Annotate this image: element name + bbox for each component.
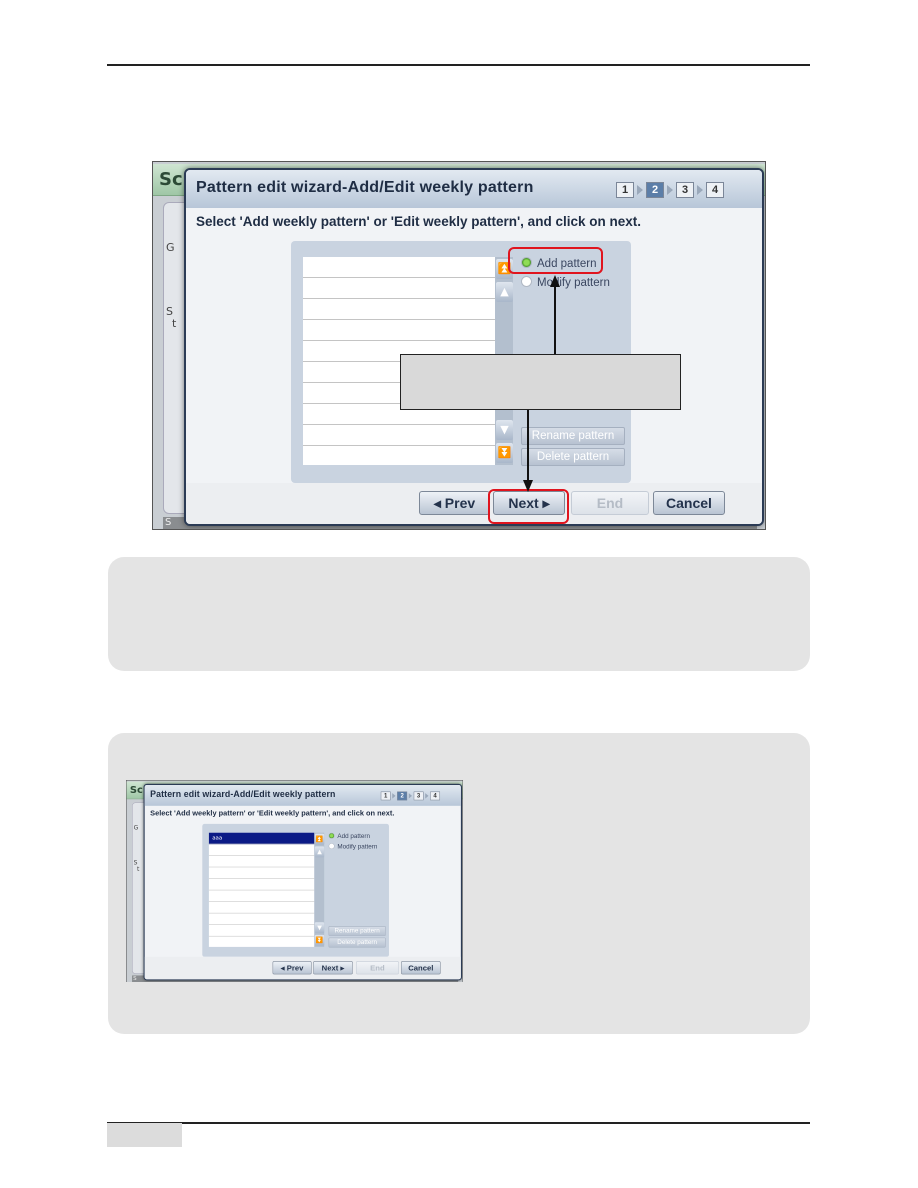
list-item[interactable] xyxy=(303,446,495,467)
prev-button[interactable]: ◂ Prev xyxy=(272,961,312,975)
step-arrow-icon xyxy=(697,185,703,195)
list-item[interactable] xyxy=(208,890,315,902)
status-left: S xyxy=(133,975,137,982)
step-arrow-icon xyxy=(392,793,396,799)
step-arrow-icon xyxy=(425,793,429,799)
bottom-rule xyxy=(107,1122,810,1124)
wizard-screenshot: Sc ut G S t rd S PM Pattern edit wizard-… xyxy=(152,161,766,530)
radio-unselected-icon xyxy=(328,843,335,850)
list-item[interactable] xyxy=(303,425,495,446)
app-label: t xyxy=(172,317,177,330)
list-item[interactable] xyxy=(208,856,315,868)
cancel-button[interactable]: Cancel xyxy=(653,491,725,515)
scroll-up-icon[interactable]: ▲ xyxy=(314,846,325,858)
list-item[interactable] xyxy=(303,257,495,278)
scroll-bottom-icon[interactable]: ⏬ xyxy=(496,443,513,463)
step-arrow-icon xyxy=(667,185,673,195)
list-item[interactable] xyxy=(303,278,495,299)
step-3: 3 xyxy=(676,182,694,198)
step-2: 2 xyxy=(646,182,664,198)
list-item[interactable] xyxy=(303,320,495,341)
list-item[interactable]: aaa xyxy=(208,832,315,845)
radio-selected-icon xyxy=(328,832,335,839)
radio-label: Add pattern xyxy=(337,833,371,840)
result-wizard-screenshot: Sc ut G S t rd S PM Pattern edit wizard-… xyxy=(126,780,463,982)
pattern-list[interactable]: aaa xyxy=(208,832,315,948)
callout-line xyxy=(554,286,556,354)
step-1: 1 xyxy=(380,791,391,801)
prev-button[interactable]: ◂ Prev xyxy=(419,491,490,515)
scroll-up-icon[interactable]: ▲ xyxy=(496,282,513,302)
scroll-down-icon[interactable]: ▼ xyxy=(496,420,513,440)
arrow-up-icon xyxy=(550,275,560,287)
note-box xyxy=(108,557,810,671)
list-scrollbar[interactable]: ⏫ ▲ ▼ ⏬ xyxy=(314,832,325,947)
prev-arrow-icon: ◂ xyxy=(433,495,445,511)
radio-label: Modify pattern xyxy=(537,277,610,289)
dialog-footer: ◂ Prev Next ▸ End Cancel xyxy=(186,483,762,524)
highlight-add-pattern xyxy=(508,247,603,274)
radio-modify-pattern[interactable]: Modify pattern xyxy=(521,276,610,289)
scroll-top-icon[interactable]: ⏫ xyxy=(314,833,325,845)
dialog-instruction: Select 'Add weekly pattern' or 'Edit wee… xyxy=(150,809,395,818)
highlight-next-button xyxy=(488,489,569,524)
dialog-footer: ◂ Prev Next ▸ End Cancel xyxy=(144,956,461,980)
arrow-down-icon xyxy=(523,480,533,492)
scroll-down-icon[interactable]: ▼ xyxy=(314,922,325,934)
next-button[interactable]: Next ▸ xyxy=(313,961,353,975)
step-1: 1 xyxy=(616,182,634,198)
list-item[interactable] xyxy=(208,925,315,937)
next-arrow-icon: ▸ xyxy=(338,963,345,973)
pattern-edit-wizard-dialog: Pattern edit wizard-Add/Edit weekly patt… xyxy=(143,783,462,981)
app-header-title: Sc xyxy=(159,169,183,190)
dialog-title-bar: Pattern edit wizard-Add/Edit weekly patt… xyxy=(186,170,762,208)
list-item[interactable] xyxy=(303,299,495,320)
app-label: G xyxy=(133,823,139,832)
radio-unselected-icon xyxy=(521,276,532,287)
result-screenshot: Sc ut G S t rd S PM Pattern edit wizard-… xyxy=(126,780,463,982)
top-rule xyxy=(107,64,810,66)
list-item[interactable] xyxy=(208,913,315,925)
radio-label: Modify pattern xyxy=(337,843,378,851)
list-item[interactable] xyxy=(208,844,315,856)
dialog-title: Pattern edit wizard-Add/Edit weekly patt… xyxy=(150,789,336,800)
next-label: Next xyxy=(321,963,339,973)
step-3: 3 xyxy=(413,791,424,801)
callout-box xyxy=(400,354,681,410)
delete-pattern-button[interactable]: Delete pattern xyxy=(521,448,625,466)
end-button[interactable]: End xyxy=(356,961,399,975)
list-item[interactable] xyxy=(208,879,315,891)
app-header-title: Sc xyxy=(129,784,143,796)
list-item[interactable] xyxy=(209,936,314,948)
scroll-bottom-icon[interactable]: ⏬ xyxy=(314,934,325,946)
step-arrow-icon xyxy=(637,185,643,195)
app-label: G xyxy=(166,241,175,254)
end-button[interactable]: End xyxy=(571,491,649,515)
radio-modify-pattern[interactable]: Modify pattern xyxy=(328,843,378,851)
status-left: S xyxy=(165,517,172,528)
step-arrow-icon xyxy=(408,793,413,799)
delete-pattern-button[interactable]: Delete pattern xyxy=(328,937,386,948)
radio-add-pattern[interactable]: Add pattern xyxy=(328,832,371,840)
step-4: 4 xyxy=(430,791,441,801)
pattern-edit-wizard-dialog: Pattern edit wizard-Add/Edit weekly patt… xyxy=(184,168,764,526)
pattern-panel: aaa ⏫ ▲ ▼ ⏬ Add pattern Modify pattern R… xyxy=(202,823,389,957)
rename-pattern-button[interactable]: Rename pattern xyxy=(328,926,386,936)
page-number-tab xyxy=(107,1123,182,1147)
dialog-title-bar: Pattern edit wizard-Add/Edit weekly patt… xyxy=(144,784,461,806)
list-item[interactable] xyxy=(208,867,315,879)
cancel-button[interactable]: Cancel xyxy=(401,961,441,975)
callout-line xyxy=(527,410,529,481)
prev-label: Prev xyxy=(286,963,304,973)
step-4: 4 xyxy=(706,182,724,198)
app-label: t xyxy=(136,865,140,873)
list-item[interactable] xyxy=(208,902,315,914)
step-2: 2 xyxy=(397,791,408,801)
rename-pattern-button[interactable]: Rename pattern xyxy=(521,427,625,445)
dialog-instruction: Select 'Add weekly pattern' or 'Edit wee… xyxy=(196,214,641,229)
prev-label: Prev xyxy=(444,495,476,511)
dialog-title: Pattern edit wizard-Add/Edit weekly patt… xyxy=(196,179,534,196)
